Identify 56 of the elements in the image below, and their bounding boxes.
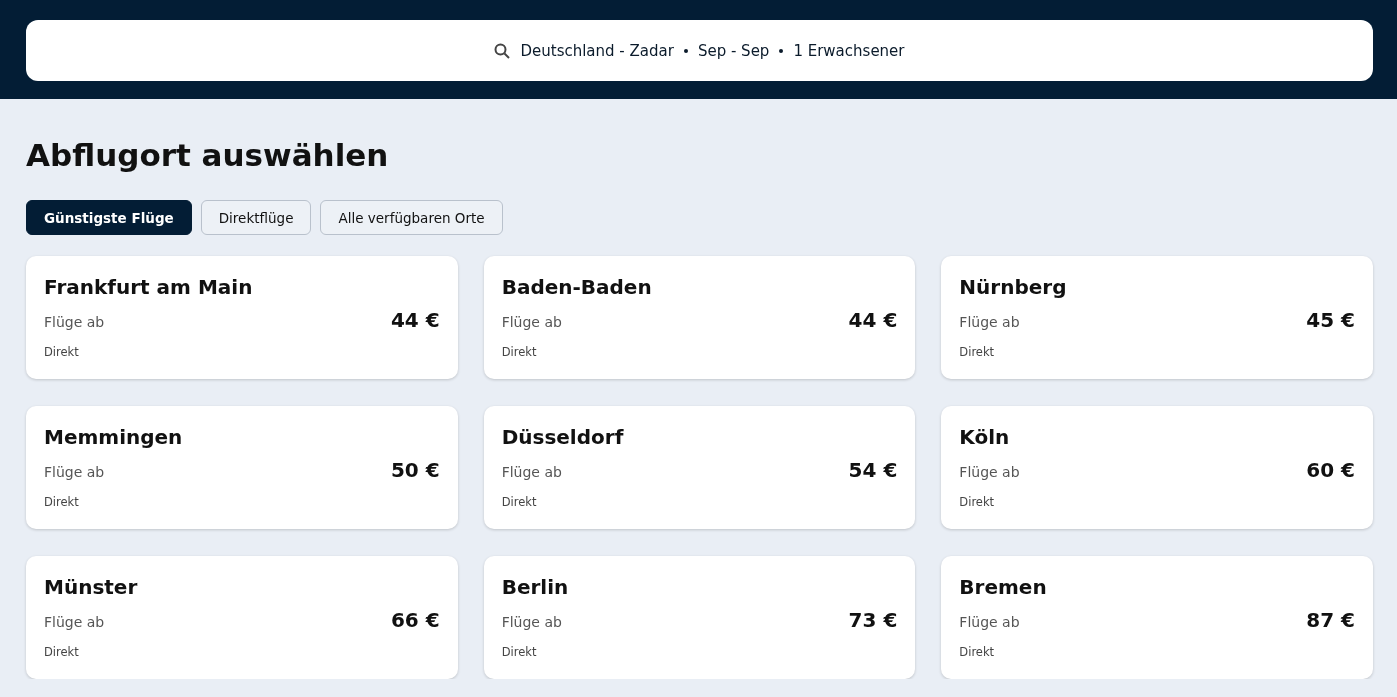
price: 45 € [1306, 307, 1355, 332]
price-caption: Flüge ab [44, 613, 106, 632]
flight-type: Direkt [501, 495, 538, 510]
destination-card[interactable]: Baden-Baden Flüge ab 44 € Direkt [483, 256, 916, 379]
city-name: Memmingen [44, 425, 184, 450]
price-caption: Flüge ab [44, 463, 106, 482]
price-caption: Flüge ab [501, 313, 563, 332]
city-name: Köln [959, 425, 1011, 450]
destination-card[interactable]: Münster Flüge ab 66 € Direkt [26, 556, 458, 679]
destination-card[interactable]: Bremen Flüge ab 87 € Direkt [941, 556, 1373, 679]
destination-card[interactable]: Nürnberg Flüge ab 45 € Direkt [941, 256, 1373, 379]
price-caption: Flüge ab [959, 463, 1021, 482]
dates-text: Sep - Sep [697, 41, 770, 60]
destination-card[interactable]: Memmingen Flüge ab 50 € Direkt [26, 406, 458, 529]
search-icon [494, 42, 511, 59]
price-caption: Flüge ab [959, 613, 1021, 632]
flight-type: Direkt [501, 645, 538, 660]
filter-chip[interactable]: Günstigste Flüge [26, 200, 192, 235]
page-heading: Abflugort auswählen [26, 137, 390, 173]
price: 60 € [1306, 457, 1355, 482]
city-name: Frankfurt am Main [44, 275, 254, 300]
flight-type: Direkt [44, 495, 80, 510]
search-bar[interactable]: Deutschland - Zadar Sep - Sep 1 Erwachsener [26, 20, 1373, 81]
city-name: Berlin [501, 575, 570, 600]
destination-card[interactable]: Berlin Flüge ab 73 € Direkt [483, 556, 916, 679]
flight-type: Direkt [501, 345, 538, 360]
destination-card[interactable]: Köln Flüge ab 60 € Direkt [941, 406, 1373, 529]
city-name: Bremen [959, 575, 1048, 600]
price: 44 € [390, 307, 440, 332]
flight-type: Direkt [959, 345, 996, 360]
destination-card[interactable]: Düsseldorf Flüge ab 54 € Direkt [483, 406, 916, 529]
price-caption: Flüge ab [959, 313, 1021, 332]
separator-dot [683, 48, 688, 53]
flight-type: Direkt [959, 645, 996, 660]
city-name: Münster [44, 575, 139, 600]
filter-chip[interactable]: Direktflüge [200, 200, 312, 235]
flight-type: Direkt [44, 345, 80, 360]
route-text: Deutschland - Zadar [520, 41, 674, 60]
destination-card[interactable]: Frankfurt am Main Flüge ab 44 € Direkt [26, 256, 458, 379]
flight-type: Direkt [44, 645, 80, 660]
flight-type: Direkt [959, 495, 996, 510]
price: 50 € [390, 457, 440, 482]
travellers-text: 1 Erwachsener [793, 41, 905, 60]
price-caption: Flüge ab [501, 463, 563, 482]
price: 66 € [390, 607, 440, 632]
price-caption: Flüge ab [501, 613, 563, 632]
price: 44 € [848, 307, 898, 332]
city-name: Baden-Baden [501, 275, 653, 300]
price: 87 € [1306, 607, 1355, 632]
price: 54 € [848, 457, 898, 482]
price-caption: Flüge ab [44, 313, 106, 332]
filter-chip[interactable]: Alle verfügbaren Orte [320, 200, 503, 235]
separator-dot [779, 48, 784, 53]
price: 73 € [848, 607, 898, 632]
city-name: Nürnberg [959, 275, 1068, 300]
city-name: Düsseldorf [501, 425, 625, 450]
